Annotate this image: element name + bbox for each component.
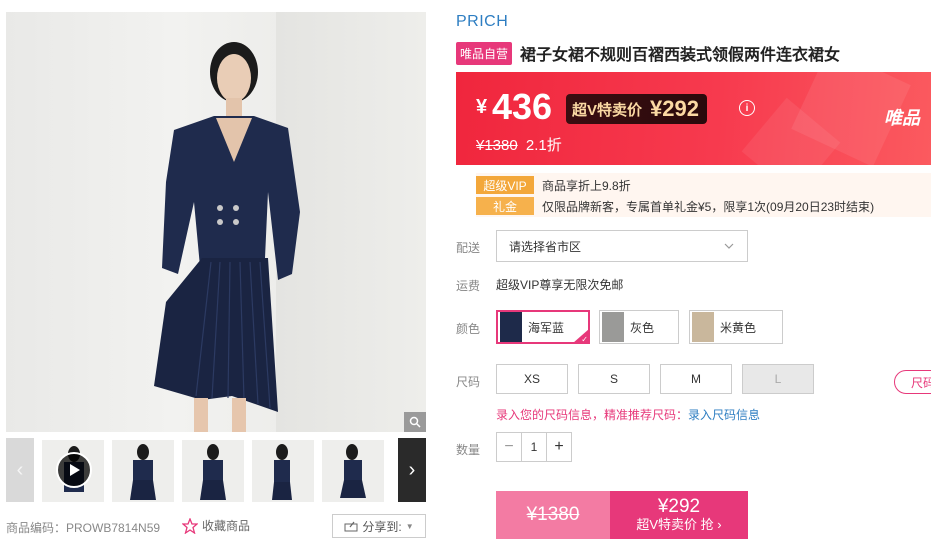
favorite-label: 收藏商品 bbox=[202, 519, 251, 533]
color-option-navy[interactable]: 海军蓝 ✓ bbox=[496, 310, 590, 344]
thumbnail-item[interactable] bbox=[252, 440, 314, 502]
quantity-plus-button[interactable]: + bbox=[547, 433, 571, 461]
thumbnail-image bbox=[272, 444, 292, 500]
current-price: 436 bbox=[492, 86, 553, 127]
size-option-s[interactable]: S bbox=[578, 364, 650, 394]
color-swatch bbox=[692, 312, 714, 342]
share-icon bbox=[344, 521, 358, 532]
delivery-label: 配送 bbox=[456, 241, 481, 255]
buy-vip-price: ¥292 bbox=[657, 496, 701, 517]
promotion-tag: 礼金 bbox=[476, 197, 534, 215]
size-hint: 录入您的尺码信息，精准推荐尺码：录入尺码信息 bbox=[496, 406, 760, 423]
play-button[interactable] bbox=[56, 452, 92, 488]
share-label: 分享到: bbox=[362, 519, 402, 534]
color-swatch bbox=[500, 312, 522, 342]
thumbnail-video[interactable] bbox=[42, 440, 104, 502]
dropdown-caret-icon: ▼ bbox=[405, 521, 414, 531]
currency-symbol: ¥ bbox=[476, 96, 488, 118]
promotion-text: 仅限品牌新客，专属首单礼金¥5，限享1次(09月20日23时结束) bbox=[542, 199, 875, 214]
size-hint-text: 录入您的尺码信息，精准推荐尺码： bbox=[496, 408, 689, 422]
discount-rate: 2.1折 bbox=[525, 137, 562, 154]
buy-vip-text: 超V特卖价 抢 › bbox=[636, 517, 722, 532]
shipping-info: 超级VIP尊享无限次免邮 bbox=[496, 278, 624, 292]
share-button[interactable]: 分享到: ▼ bbox=[332, 514, 426, 538]
size-option-l: L bbox=[742, 364, 814, 394]
thumbnail-image bbox=[130, 444, 156, 500]
promotions-box: 超级VIP 商品享折上9.8折 礼金 仅限品牌新客，专属首单礼金¥5，限享1次(… bbox=[476, 173, 931, 217]
quantity-label: 数量 bbox=[456, 443, 481, 457]
size-label: 尺码 bbox=[456, 375, 481, 389]
region-select-value: 请选择省市区 bbox=[509, 239, 582, 254]
thumbnail-image bbox=[340, 444, 366, 498]
sku-code: 商品编码：PROWB7814N59 bbox=[6, 521, 161, 535]
size-option-xs[interactable]: XS bbox=[496, 364, 568, 394]
size-option-m[interactable]: M bbox=[660, 364, 732, 394]
size-guide-button[interactable]: 尺码 bbox=[894, 370, 931, 394]
self-operated-badge: 唯品自营 bbox=[456, 41, 513, 65]
size-input-link[interactable]: 录入尺码信息 bbox=[688, 408, 760, 422]
info-icon[interactable]: i bbox=[739, 100, 755, 116]
vip-price-label: 超V特卖价 bbox=[572, 101, 643, 119]
vip-price-pill: 超V特卖价 ¥292 bbox=[566, 94, 707, 124]
quantity-minus-button[interactable]: − bbox=[497, 433, 521, 461]
thumbnail-item[interactable] bbox=[182, 440, 244, 502]
model-illustration bbox=[154, 42, 300, 432]
promotion-row: 超级VIP 商品享折上9.8折 bbox=[476, 176, 631, 194]
thumbnail-item[interactable] bbox=[322, 440, 384, 502]
thumbnail-prev-button[interactable]: ‹ bbox=[6, 438, 34, 502]
main-product-image[interactable] bbox=[6, 12, 426, 432]
play-icon bbox=[70, 464, 80, 476]
original-price-row: ¥1380 2.1折 bbox=[476, 134, 562, 155]
price-banner: ¥ 436 超V特卖价 ¥292 i ¥1380 2.1折 唯品 bbox=[456, 72, 931, 165]
buy-vip-button[interactable]: ¥292 超V特卖价 抢 › bbox=[610, 491, 748, 539]
color-name: 灰色 bbox=[630, 320, 655, 335]
quantity-input[interactable]: 1 bbox=[521, 433, 547, 461]
zoom-icon bbox=[409, 416, 421, 428]
color-swatch bbox=[602, 312, 624, 342]
thumbnail-strip: ‹ › bbox=[6, 438, 426, 502]
zoom-button[interactable] bbox=[404, 412, 426, 432]
color-name: 米黄色 bbox=[720, 320, 757, 335]
vip-price-value: ¥292 bbox=[650, 96, 699, 121]
shipping-label: 运费 bbox=[456, 279, 481, 293]
color-option-beige[interactable]: 米黄色 bbox=[689, 310, 783, 344]
promotion-text: 商品享折上9.8折 bbox=[542, 178, 631, 193]
original-price: ¥1380 bbox=[476, 137, 518, 154]
promotion-tag: 超级VIP bbox=[476, 176, 534, 194]
chevron-right-icon: › bbox=[408, 458, 416, 481]
buy-original-price-button[interactable]: ¥1380 bbox=[496, 491, 610, 539]
gallery-footer: 商品编码：PROWB7814N59 收藏商品 分享到: ▼ bbox=[6, 514, 426, 540]
buy-bar: ¥1380 ¥292 超V特卖价 抢 › bbox=[496, 491, 748, 539]
title-row: 唯品自营 裙子女裙不规则百褶西装式领假两件连衣裙女 bbox=[456, 41, 840, 65]
banner-brand-text: 唯品 bbox=[884, 108, 920, 128]
chevron-down-icon bbox=[724, 243, 734, 249]
thumbnail-next-button[interactable]: › bbox=[398, 438, 426, 502]
star-icon bbox=[182, 517, 198, 534]
favorite-button[interactable]: 收藏商品 bbox=[182, 517, 250, 534]
chevron-left-icon: ‹ bbox=[16, 458, 24, 481]
quantity-stepper: − 1 + bbox=[496, 432, 572, 462]
thumbnail-image bbox=[200, 444, 226, 500]
thumbnail-item[interactable] bbox=[112, 440, 174, 502]
brand-name[interactable]: PRICH bbox=[456, 13, 508, 31]
color-label: 颜色 bbox=[456, 322, 481, 336]
color-option-gray[interactable]: 灰色 bbox=[599, 310, 679, 344]
selected-check-icon: ✓ bbox=[573, 329, 589, 343]
color-name: 海军蓝 bbox=[528, 320, 565, 335]
region-select[interactable]: 请选择省市区 bbox=[496, 230, 748, 262]
product-title: 裙子女裙不规则百褶西装式领假两件连衣裙女 bbox=[520, 47, 841, 64]
promotion-row: 礼金 仅限品牌新客，专属首单礼金¥5，限享1次(09月20日23时结束) bbox=[476, 197, 874, 215]
